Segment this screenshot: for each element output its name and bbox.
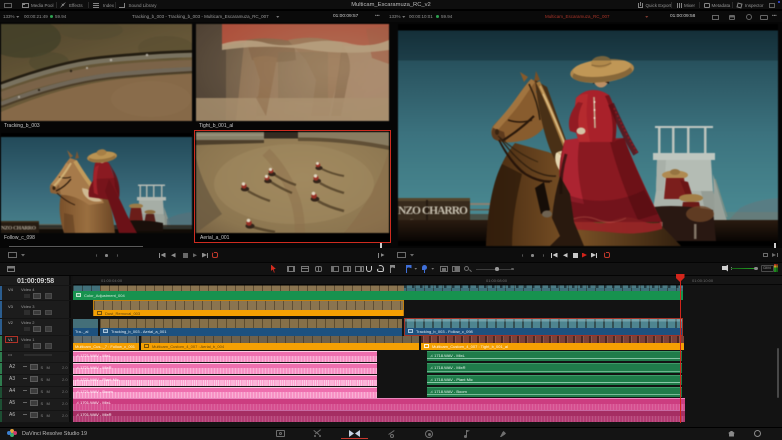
svg-text:NZO CHARRO: NZO CHARRO xyxy=(1,226,37,232)
svg-text:NZO CHARRO: NZO CHARRO xyxy=(398,205,468,217)
